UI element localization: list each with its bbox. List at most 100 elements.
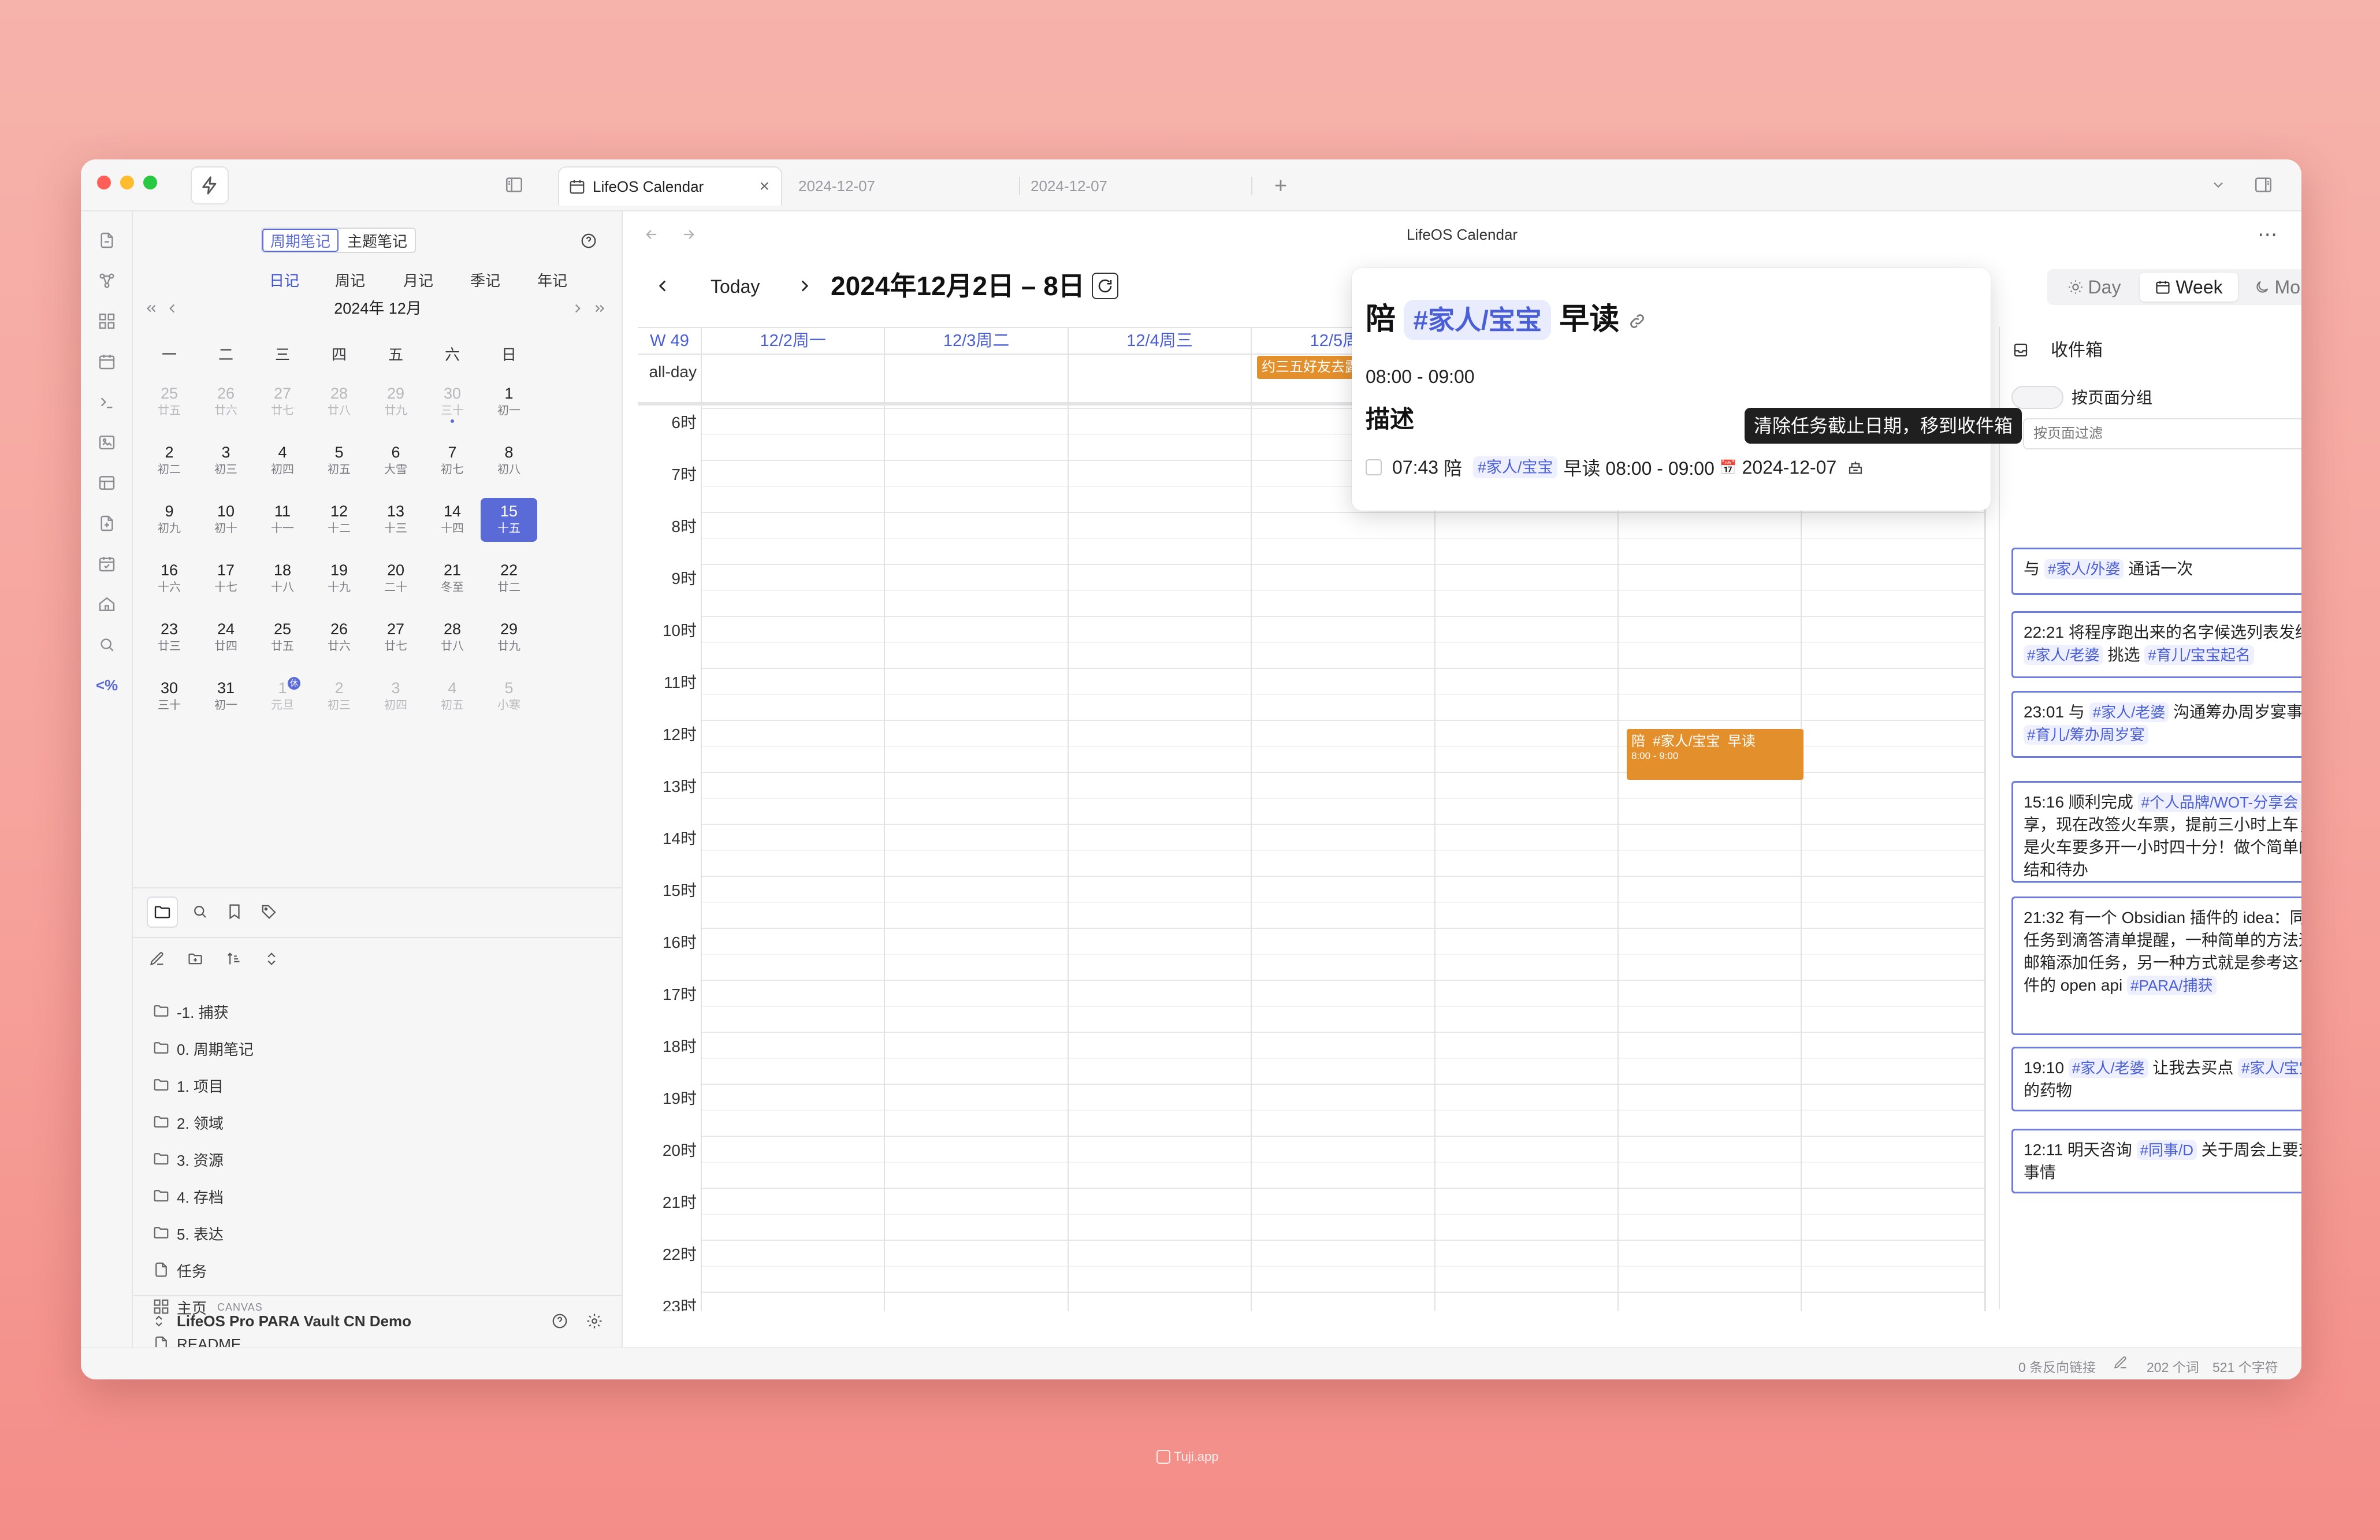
calendar-day[interactable]: 9 初九 bbox=[141, 498, 198, 542]
link-icon[interactable] bbox=[1628, 312, 1646, 330]
file-tree-item[interactable]: 5. 表达 bbox=[153, 1219, 224, 1248]
home-icon[interactable] bbox=[95, 593, 118, 616]
tab-quarterly[interactable]: 季记 bbox=[470, 269, 500, 291]
calendar-day[interactable]: 25 廿五 bbox=[254, 616, 311, 660]
new-note-icon[interactable] bbox=[146, 947, 169, 970]
tab-2024-12-07-a[interactable]: 2024-12-07 bbox=[798, 166, 1018, 206]
calendar-day[interactable]: 21 冬至 bbox=[424, 557, 481, 601]
tab-yearly[interactable]: 年记 bbox=[537, 269, 567, 291]
inbox-card[interactable]: 与 #家人/外婆 通话一次 bbox=[2011, 548, 2301, 595]
new-tab-button[interactable]: + bbox=[1266, 166, 1295, 206]
calendar-day[interactable]: 13 十三 bbox=[367, 498, 424, 542]
topic-notes-button[interactable]: 主题笔记 bbox=[340, 229, 415, 252]
calendar-day[interactable]: 26 廿六 bbox=[311, 616, 367, 660]
vault-name[interactable]: LifeOS Pro PARA Vault CN Demo bbox=[177, 1311, 411, 1331]
tab-lifeos-calendar[interactable]: LifeOS Calendar × bbox=[558, 166, 782, 206]
next-month-icon[interactable] bbox=[567, 298, 588, 319]
file-tree-item[interactable]: 任务 bbox=[153, 1256, 207, 1285]
calendar-day[interactable]: 5 小寒 bbox=[481, 675, 537, 719]
calendar-day[interactable]: 6 大雪 bbox=[367, 439, 424, 483]
calendar-day[interactable]: 1 元旦 休 bbox=[254, 675, 311, 719]
close-window-button[interactable] bbox=[97, 176, 111, 189]
chevron-down-icon[interactable] bbox=[2207, 173, 2230, 196]
tag-family-baby[interactable]: #家人/宝宝 bbox=[1404, 300, 1551, 340]
next-year-icon[interactable] bbox=[589, 298, 610, 319]
file-tree-item[interactable]: 3. 资源 bbox=[153, 1145, 224, 1174]
month-view-button[interactable]: Month bbox=[2240, 273, 2301, 302]
graph-icon[interactable] bbox=[95, 269, 118, 292]
calendar-day[interactable]: 14 十四 bbox=[424, 498, 481, 542]
help-icon[interactable] bbox=[578, 230, 600, 252]
calendar-day[interactable]: 27 廿七 bbox=[367, 616, 424, 660]
file-tree-item[interactable]: 0. 周期笔记 bbox=[153, 1034, 254, 1063]
new-note-icon[interactable] bbox=[95, 512, 118, 535]
calendar-day[interactable]: 3 初三 bbox=[198, 439, 254, 483]
minimize-window-button[interactable] bbox=[120, 176, 134, 189]
zoom-window-button[interactable] bbox=[143, 176, 157, 189]
tab-weekly[interactable]: 周记 bbox=[335, 269, 365, 291]
calendar-day[interactable]: 28 廿八 bbox=[311, 380, 367, 424]
inbox-card[interactable]: 23:01 与 #家人/老婆 沟通筹办周岁宴事项 #育儿/筹办周岁宴 bbox=[2011, 691, 2301, 758]
sort-icon[interactable] bbox=[222, 947, 245, 970]
calendar-day[interactable]: 7 初七 bbox=[424, 439, 481, 483]
page-filter-input[interactable] bbox=[2023, 418, 2301, 449]
calendar-day[interactable]: 30 三十 bbox=[141, 675, 198, 719]
calendar-day[interactable]: 3 初四 bbox=[367, 675, 424, 719]
calendar-day[interactable]: 1 初一 bbox=[481, 380, 537, 424]
vault-switcher-icon[interactable] bbox=[150, 1312, 168, 1330]
next-week-icon[interactable] bbox=[790, 271, 819, 300]
percent-code-icon[interactable]: <% bbox=[95, 674, 118, 697]
tab-2024-12-07-b[interactable]: 2024-12-07 bbox=[1031, 166, 1285, 206]
refresh-icon[interactable] bbox=[1092, 273, 1118, 299]
backlinks-count[interactable]: 0 条反向链接 bbox=[2018, 1356, 2096, 1376]
canvas-icon[interactable] bbox=[95, 310, 118, 333]
folder-view-icon[interactable] bbox=[147, 897, 178, 928]
calendar-day[interactable]: 4 初四 bbox=[254, 439, 311, 483]
calendar-day[interactable]: 12 十二 bbox=[311, 498, 367, 542]
calendar-day[interactable]: 25 廿五 bbox=[141, 380, 198, 424]
terminal-icon[interactable] bbox=[95, 390, 118, 414]
expand-collapse-icon[interactable] bbox=[260, 947, 283, 970]
week-view-button[interactable]: Week bbox=[2140, 273, 2238, 302]
tag-chip[interactable]: #家人/老婆 bbox=[2068, 1058, 2148, 1078]
tags-icon[interactable] bbox=[258, 900, 281, 923]
calendar-day[interactable]: 28 廿八 bbox=[424, 616, 481, 660]
image-icon[interactable] bbox=[95, 431, 118, 454]
tab-daily[interactable]: 日记 bbox=[269, 269, 299, 291]
calendar-day[interactable]: 19 十九 bbox=[311, 557, 367, 601]
tag-chip[interactable]: #家人/老婆 bbox=[2024, 645, 2103, 665]
calendar-day[interactable]: 31 初一 bbox=[198, 675, 254, 719]
day-view-button[interactable]: Day bbox=[2051, 273, 2137, 302]
clear-due-date-icon[interactable] bbox=[1847, 459, 1864, 476]
group-by-page-toggle[interactable] bbox=[2011, 386, 2063, 409]
calendar-day[interactable]: 10 初十 bbox=[198, 498, 254, 542]
calendar-day[interactable]: 2 初三 bbox=[311, 675, 367, 719]
calendar-day[interactable]: 16 十六 bbox=[141, 557, 198, 601]
calendar-day[interactable]: 22 廿二 bbox=[481, 557, 537, 601]
file-tree-item[interactable]: -1. 捕获 bbox=[153, 997, 229, 1026]
tag-chip[interactable]: #个人品牌/WOT-分享会 bbox=[2137, 793, 2301, 812]
toggle-right-sidebar-icon[interactable] bbox=[2251, 172, 2276, 198]
tag-chip[interactable]: #育儿/宝宝起名 bbox=[2144, 645, 2254, 665]
tag-chip[interactable]: #育儿/筹办周岁宴 bbox=[2024, 725, 2148, 745]
more-options-icon[interactable]: ⋯ bbox=[2255, 223, 2281, 246]
tag-chip[interactable]: #家人/外婆 bbox=[2044, 559, 2124, 579]
prev-week-icon[interactable] bbox=[648, 271, 677, 300]
toggle-left-sidebar-icon[interactable] bbox=[501, 172, 527, 198]
calendar-day[interactable]: 23 廿三 bbox=[141, 616, 198, 660]
inbox-card[interactable]: 19:10 #家人/老婆 让我去买点 #家人/宝宝 的药物 bbox=[2011, 1047, 2301, 1111]
bookmark-icon[interactable] bbox=[223, 900, 246, 923]
file-tree-item[interactable]: 4. 存档 bbox=[153, 1182, 224, 1211]
tag-chip[interactable]: #家人/老婆 bbox=[2089, 702, 2169, 722]
tag-chip[interactable]: #同事/D bbox=[2136, 1140, 2197, 1160]
calendar-day[interactable]: 29 廿九 bbox=[481, 616, 537, 660]
day-header[interactable]: 12/4周三 bbox=[1068, 328, 1251, 354]
calendar-day[interactable]: 11 十一 bbox=[254, 498, 311, 542]
calendar-day[interactable]: 4 初五 bbox=[424, 675, 481, 719]
task-checkbox[interactable] bbox=[1366, 459, 1382, 475]
search-icon[interactable] bbox=[95, 633, 118, 656]
periodic-notes-button[interactable]: 周期笔记 bbox=[262, 229, 339, 252]
day-header[interactable]: 12/3周二 bbox=[884, 328, 1068, 354]
calendar-day[interactable]: 17 十七 bbox=[198, 557, 254, 601]
lightning-icon[interactable] bbox=[191, 166, 229, 204]
